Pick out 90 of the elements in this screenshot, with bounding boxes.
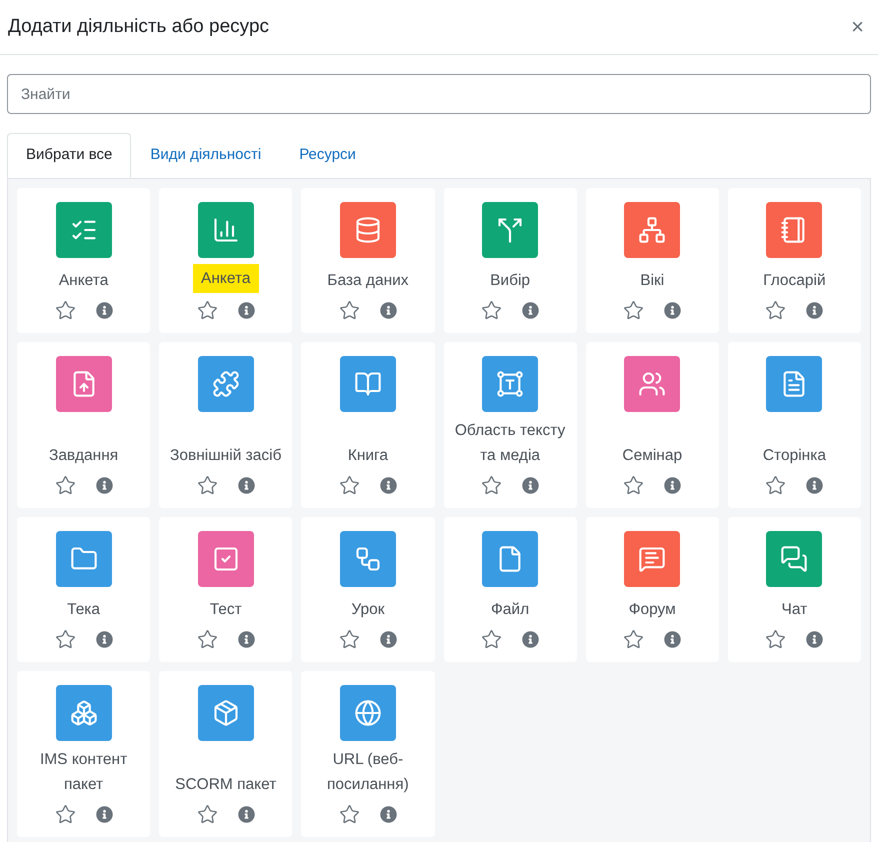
search-field[interactable]: Знайти [7, 74, 871, 114]
activity-label: Область тексту та медіа [454, 421, 566, 466]
star-icon[interactable] [338, 475, 360, 496]
activity-card[interactable]: Семінар [586, 342, 719, 508]
activity-card[interactable]: Чат [728, 517, 861, 662]
activity-card[interactable]: Вибір [444, 188, 577, 333]
info-icon[interactable] [806, 477, 824, 494]
star-icon[interactable] [623, 629, 644, 650]
activity-label: Форум [628, 600, 677, 620]
activity-label: Тека [66, 600, 102, 620]
tab[interactable]: Вибрати все [7, 133, 132, 178]
activity-card[interactable]: Файл [444, 517, 577, 662]
info-icon[interactable] [380, 806, 397, 823]
star-icon[interactable] [481, 300, 502, 321]
activity-label: Анкета [192, 264, 258, 293]
activity-label: IMS контент пакет [38, 750, 128, 795]
activity-label: База даних [326, 271, 410, 291]
star-icon[interactable] [54, 804, 76, 825]
activity-label: Семінар [621, 446, 684, 466]
activity-label: URL (веб-посилання) [326, 750, 410, 795]
info-icon[interactable] [238, 477, 255, 494]
info-icon[interactable] [806, 631, 824, 648]
star-icon[interactable] [623, 475, 644, 496]
star-icon[interactable] [54, 300, 76, 321]
tab[interactable]: Ресурси [280, 133, 375, 178]
info-icon[interactable] [664, 302, 682, 319]
activity-label: Анкета [58, 271, 110, 291]
star-icon[interactable] [338, 300, 360, 321]
info-icon[interactable] [380, 302, 397, 319]
info-icon[interactable] [238, 302, 255, 319]
info-icon[interactable] [380, 631, 397, 648]
activity-card[interactable]: Зовнішній засіб [159, 342, 292, 508]
activity-label: Сторінка [762, 446, 827, 466]
dialog-title: Додати діяльність або ресурс [8, 14, 270, 39]
activity-label: Глосарій [762, 271, 827, 291]
info-icon[interactable] [664, 477, 682, 494]
activity-card[interactable]: Форум [586, 517, 719, 662]
star-icon[interactable] [481, 629, 502, 650]
activity-card[interactable]: URL (веб-посилання) [301, 671, 434, 837]
star-icon[interactable] [765, 475, 786, 496]
info-icon[interactable] [806, 302, 824, 319]
star-icon[interactable] [623, 300, 644, 321]
activity-card[interactable]: Сторінка [728, 342, 861, 508]
activity-card[interactable]: Глосарій [728, 188, 861, 333]
activity-card[interactable]: Книга [301, 342, 434, 508]
star-icon[interactable] [196, 475, 218, 496]
star-icon[interactable] [481, 475, 502, 496]
info-icon[interactable] [522, 477, 540, 494]
activity-label: Урок [350, 600, 386, 620]
activity-card[interactable]: Урок [301, 517, 434, 662]
activity-label: Книга [346, 446, 389, 466]
info-icon[interactable] [522, 302, 540, 319]
info-icon[interactable] [96, 806, 113, 823]
activity-label: Тест [208, 600, 243, 620]
info-icon[interactable] [96, 631, 113, 648]
activity-card[interactable]: IMS контент пакет [17, 671, 150, 837]
info-icon[interactable] [96, 477, 113, 494]
activity-label: Зовнішній засіб [169, 446, 282, 466]
star-icon[interactable] [196, 629, 218, 650]
star-icon[interactable] [765, 300, 786, 321]
activity-card[interactable]: Вікі [586, 188, 719, 333]
star-icon[interactable] [196, 300, 218, 321]
activity-label: SCORM пакет [174, 775, 278, 795]
activity-card[interactable]: База даних [301, 188, 434, 333]
info-icon[interactable] [96, 302, 113, 319]
star-icon[interactable] [196, 804, 218, 825]
activity-card[interactable]: Анкета [17, 188, 150, 333]
star-icon[interactable] [338, 629, 360, 650]
info-icon[interactable] [380, 477, 397, 494]
activity-card[interactable]: Анкета [159, 188, 292, 333]
info-icon[interactable] [238, 806, 255, 823]
star-icon[interactable] [765, 629, 786, 650]
info-icon[interactable] [522, 631, 540, 648]
activity-card[interactable]: Область тексту та медіа [444, 342, 577, 508]
activity-label: Чат [780, 600, 808, 620]
info-icon[interactable] [664, 631, 682, 648]
activity-card[interactable]: Тест [159, 517, 292, 662]
star-icon[interactable] [54, 475, 76, 496]
activity-label: Вибір [489, 271, 532, 291]
activity-label: Завдання [48, 446, 120, 466]
star-icon[interactable] [54, 629, 76, 650]
activity-card[interactable]: Тека [17, 517, 150, 662]
close-button[interactable]: × [851, 16, 864, 38]
tab[interactable]: Види діяльності [131, 133, 280, 178]
activity-label: Файл [490, 600, 530, 620]
star-icon[interactable] [338, 804, 360, 825]
activity-card[interactable]: SCORM пакет [159, 671, 292, 837]
info-icon[interactable] [238, 631, 255, 648]
activity-label: Вікі [639, 271, 666, 291]
activity-card[interactable]: Завдання [17, 342, 150, 508]
